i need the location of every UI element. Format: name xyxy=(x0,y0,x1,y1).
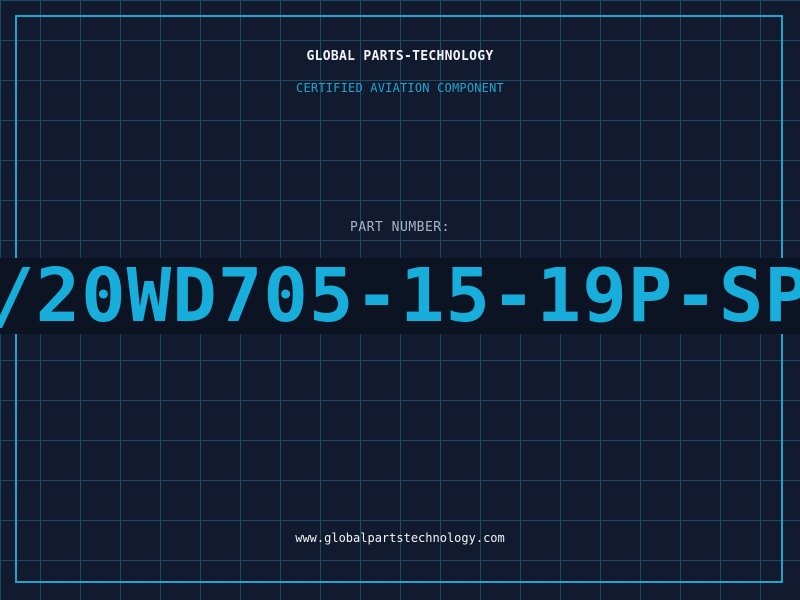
part-number-band: D38999/20WD705-15-19P-SP-M1344 xyxy=(0,258,800,334)
brand-tagline: CERTIFIED AVIATION COMPONENT xyxy=(296,81,504,95)
part-number-label: PART NUMBER: xyxy=(350,220,450,235)
certificate-canvas: GLOBAL PARTS-TECHNOLOGY CERTIFIED AVIATI… xyxy=(0,0,800,600)
website-url[interactable]: www.globalpartstechnology.com xyxy=(0,531,800,545)
part-number-value: D38999/20WD705-15-19P-SP-M1344 xyxy=(0,258,800,334)
brand-name: GLOBAL PARTS-TECHNOLOGY xyxy=(306,49,494,64)
